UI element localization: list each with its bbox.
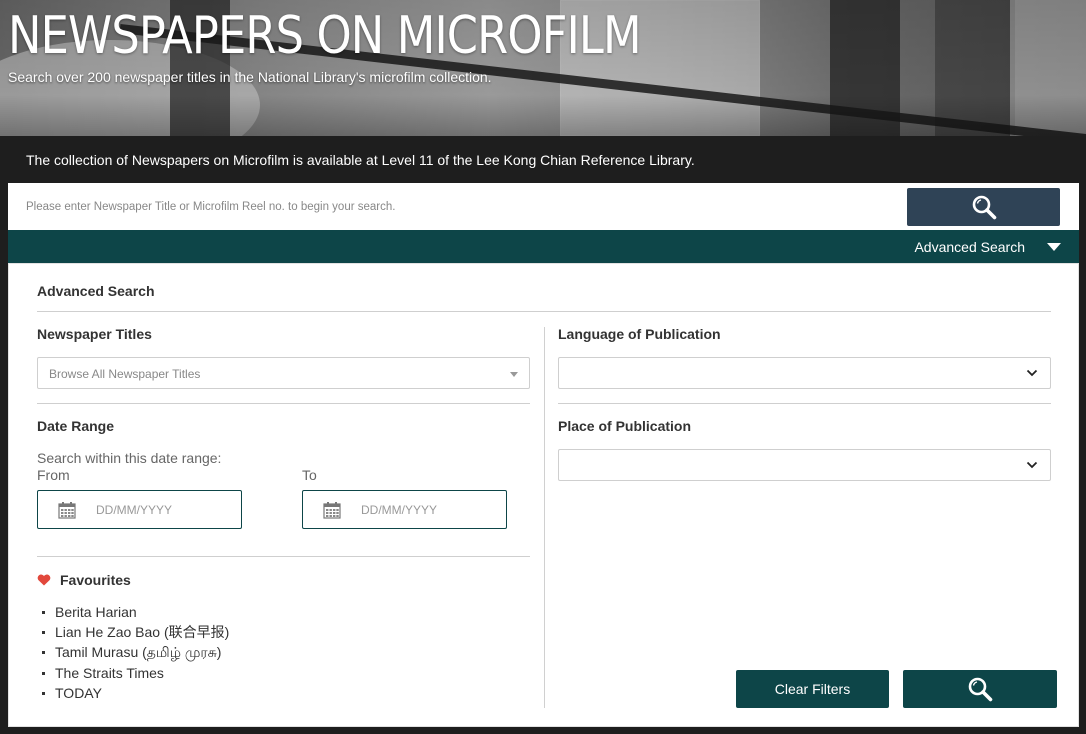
favourites-list: Berita Harian Lian He Zao Bao (联合早报) Tam… (42, 602, 229, 703)
advanced-search-title: Advanced Search (37, 283, 155, 299)
search-bar (8, 183, 1079, 230)
date-from-input[interactable] (96, 491, 236, 528)
favourite-item[interactable]: Lian He Zao Bao (联合早报) (42, 622, 229, 642)
advanced-search-panel: Advanced Search Newspaper Titles Browse … (8, 263, 1079, 727)
newspaper-titles-placeholder: Browse All Newspaper Titles (49, 367, 201, 381)
divider (37, 556, 530, 557)
advanced-search-toggle-label: Advanced Search (914, 239, 1025, 255)
language-label: Language of Publication (558, 326, 721, 342)
newspaper-titles-select[interactable]: Browse All Newspaper Titles (37, 357, 530, 389)
date-range-label: Date Range (37, 418, 115, 434)
page-title: NEWSPAPERS ON MICROFILM (8, 6, 642, 66)
divider (558, 403, 1051, 404)
advanced-search-toggle[interactable]: Advanced Search (914, 239, 1061, 255)
divider (37, 403, 530, 404)
caret-down-icon (1047, 243, 1061, 251)
date-range-hint: Search within this date range: (37, 450, 222, 466)
to-label: To (302, 467, 317, 483)
favourite-item[interactable]: TODAY (42, 683, 229, 703)
place-select[interactable] (558, 449, 1051, 481)
newspaper-titles-label: Newspaper Titles (37, 326, 152, 342)
chevron-down-icon (1026, 369, 1038, 377)
search-button[interactable] (907, 188, 1060, 226)
hero-banner: NEWSPAPERS ON MICROFILM Search over 200 … (0, 0, 1086, 136)
calendar-icon (323, 502, 341, 519)
chevron-down-icon (1026, 461, 1038, 469)
search-icon (968, 677, 993, 702)
favourites-label: Favourites (60, 572, 131, 588)
search-input[interactable] (8, 183, 898, 230)
advanced-search-submit-button[interactable] (903, 670, 1057, 708)
page-subtitle: Search over 200 newspaper titles in the … (8, 69, 492, 85)
date-from-field[interactable] (37, 490, 242, 529)
search-icon (972, 195, 996, 220)
collection-notice: The collection of Newspapers on Microfil… (0, 136, 1086, 183)
date-to-field[interactable] (302, 490, 507, 529)
favourite-item[interactable]: The Straits Times (42, 663, 229, 683)
clear-filters-button[interactable]: Clear Filters (736, 670, 889, 708)
favourite-item[interactable]: Berita Harian (42, 602, 229, 622)
favourites-heading: Favourites (37, 572, 131, 588)
heart-icon (37, 574, 51, 586)
column-divider (544, 327, 545, 708)
date-to-input[interactable] (361, 491, 501, 528)
favourite-item[interactable]: Tamil Murasu (தமிழ் முரசு) (42, 642, 229, 662)
language-select[interactable] (558, 357, 1051, 389)
from-label: From (37, 467, 70, 483)
calendar-icon (58, 502, 76, 519)
place-label: Place of Publication (558, 418, 692, 434)
divider (37, 311, 1051, 312)
dropdown-arrow-icon (510, 372, 518, 377)
advanced-search-bar: Advanced Search (8, 230, 1079, 263)
